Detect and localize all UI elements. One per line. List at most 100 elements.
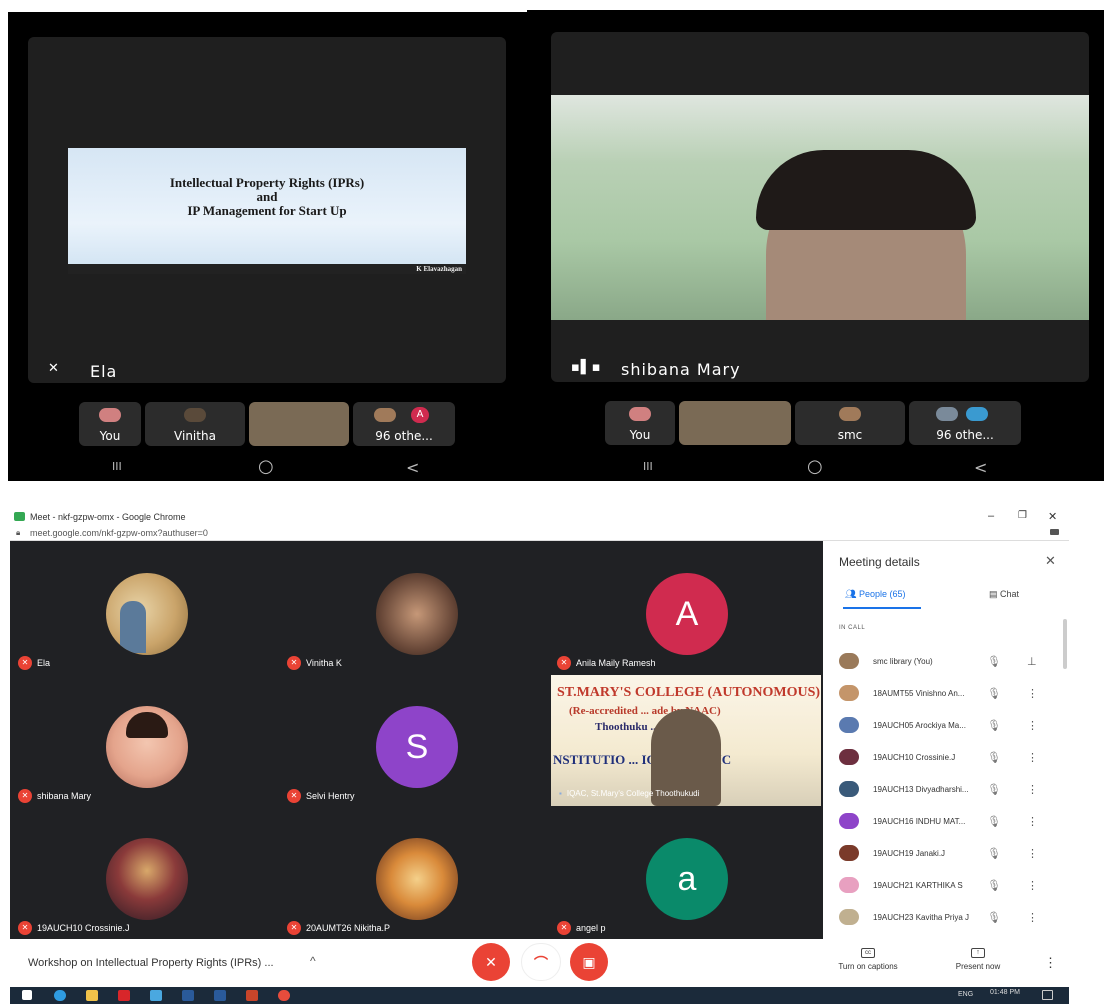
home-button[interactable]: ○ [258,456,274,477]
meeting-details-panel: Meeting details ✕ 👥︎ People (65) ▤ Chat … [823,541,1069,971]
recents-button[interactable]: III [643,460,653,473]
thumb-video-participant[interactable] [249,402,349,446]
back-button[interactable]: < [974,458,987,477]
thumb-label: 96 othe... [936,428,994,442]
thumb-label: smc [837,428,863,442]
thumb-you[interactable]: You [605,401,675,445]
close-window-button[interactable]: ✕ [1048,510,1057,523]
captions-button[interactable]: cc Turn on captions [830,948,906,971]
more-options-icon[interactable]: ⋮ [1027,847,1038,860]
more-options-icon[interactable]: ⋮ [1027,751,1038,764]
participant-name: 19AUCH19 Janaki.J [873,849,946,858]
thumb-others[interactable]: A 96 othe... [353,402,455,446]
right-phone-screen: ▪▌▪ shibana Mary You smc 96 othe... III … [527,10,1104,481]
language-indicator[interactable]: ENG [958,991,973,998]
mic-off-icon: 🎙︎ [987,912,1001,924]
microphone-toggle-button[interactable]: ✕ [472,943,510,981]
participant-name: smc library (You) [873,657,933,666]
avatar [839,909,859,925]
tile-name-angel: ✕ angel p [557,921,606,935]
more-options-icon[interactable]: ⋮ [1027,815,1038,828]
participant-row[interactable]: smc library (You) 🎙︎ ⊥ [823,645,1069,677]
participant-row[interactable]: 19AUCH13 Divyadharshi... 🎙︎ ⋮ [823,773,1069,805]
slide-title-line2: and [256,189,278,204]
avatar [839,845,859,861]
audio-level-icon: ▪▌▪ [571,360,602,375]
participant-row[interactable]: 19AUCH19 Janaki.J 🎙︎ ⋮ [823,837,1069,869]
notification-icon[interactable] [1042,990,1053,1000]
camera-icon[interactable] [1050,529,1059,535]
photoshop-icon[interactable] [214,990,226,1001]
chrome-icon[interactable] [278,990,290,1001]
windows-taskbar: ENG 01:48 PM [10,987,1069,1004]
tile-video-iqac[interactable]: ST.MARY'S COLLEGE (AUTONOMOUS) (Re-accre… [551,675,821,806]
close-panel-button[interactable]: ✕ [1045,553,1056,569]
thumb-vinitha[interactable]: Vinitha [145,402,245,446]
tile-avatar-shibana [106,706,188,788]
participant-row[interactable]: 19AUCH16 INDHU MAT... 🎙︎ ⋮ [823,805,1069,837]
powerpoint-icon[interactable] [246,990,258,1001]
mic-off-icon: ✕ [18,656,32,670]
tab-people[interactable]: 👥︎ People (65) [845,589,905,600]
more-options-icon[interactable]: ⋮ [1044,955,1057,971]
participant-row[interactable]: 19AUCH21 KARTHIKA S 🎙︎ ⋮ [823,869,1069,901]
slide-title-line3: IP Management for Start Up [187,203,347,218]
participant-row[interactable]: 19AUCH10 Crossinie.J 🎙︎ ⋮ [823,741,1069,773]
home-button[interactable]: ○ [807,456,823,477]
meeting-control-bar: Workshop on Intellectual Property Rights… [10,939,1069,987]
minimize-button[interactable]: – [988,510,994,522]
camera-off-icon: ▣ [582,954,596,970]
back-button[interactable]: < [406,458,419,477]
speaker-video [551,95,1089,320]
audio-level-icon: ▪ [559,789,562,798]
more-options-icon[interactable]: ⋮ [1027,879,1038,892]
app-icon[interactable] [150,990,162,1001]
avatar-hair [126,712,168,738]
avatar [374,408,396,422]
speaker-name: shibana Mary [621,360,741,379]
tile-name-shibana: ✕ shibana Mary [18,789,91,803]
mic-off-icon: ✕ [18,789,32,803]
more-options-icon[interactable]: ⋮ [1027,911,1038,924]
file-explorer-icon[interactable] [86,990,98,1001]
more-options-icon[interactable]: ⋮ [1027,783,1038,796]
pin-icon[interactable]: ⊥ [1027,655,1037,668]
recents-button[interactable]: III [112,460,122,473]
participant-strip[interactable]: You Vinitha A 96 othe... [79,402,455,446]
participant-row[interactable]: 18AUMT55 Vinishno An... 🎙︎ ⋮ [823,677,1069,709]
meeting-title: Workshop on Intellectual Property Rights… [28,957,274,969]
slide-title-line1: Intellectual Property Rights (IPRs) [169,175,365,190]
avatar [839,685,859,701]
presenter-name: Ela [90,362,118,381]
leave-call-button[interactable]: ⌒ [521,943,561,981]
participant-row[interactable]: 19AUCH05 Arockiya Ma... 🎙︎ ⋮ [823,709,1069,741]
more-options-icon[interactable]: ⋮ [1027,719,1038,732]
mic-off-icon: 🎙︎ [987,656,1001,668]
mic-off-icon: 🎙︎ [987,880,1001,892]
windows-start-icon[interactable] [22,990,32,1000]
meet-logo-icon [14,512,25,521]
address-bar[interactable]: 🔒︎ meet.google.com/nkf-gzpw-omx?authuser… [10,525,1069,541]
restore-button[interactable]: ❐ [1018,510,1027,521]
left-phone-screen: Intellectual Property Rights (IPRs) and … [8,12,527,481]
chevron-up-icon[interactable]: ^ [310,954,316,968]
tab-chat[interactable]: ▤ Chat [989,589,1019,600]
netflix-icon[interactable] [118,990,130,1001]
avatar [839,813,859,829]
camera-toggle-button[interactable]: ▣ [570,943,608,981]
participant-row[interactable]: 19AUCH23 Kavitha Priya J 🎙︎ ⋮ [823,901,1069,933]
edge-icon[interactable] [54,990,66,1001]
more-options-icon[interactable]: ⋮ [1027,687,1038,700]
photoshop-icon[interactable] [182,990,194,1001]
title-bar: Meet - nkf-gzpw-omx - Google Chrome – ❐ … [10,509,1069,525]
thumb-others[interactable]: 96 othe... [909,401,1021,445]
mic-off-icon: ✕ [287,656,301,670]
thumb-smc[interactable]: smc [795,401,905,445]
avatar [966,407,988,421]
participant-strip[interactable]: You smc 96 othe... [605,401,1021,445]
thumb-you[interactable]: You [79,402,141,446]
lock-icon: 🔒︎ [16,528,21,537]
present-now-button[interactable]: ↑ Present now [940,948,1016,971]
clock-time[interactable]: 01:48 PM [990,989,1020,996]
thumb-video-participant[interactable] [679,401,791,445]
